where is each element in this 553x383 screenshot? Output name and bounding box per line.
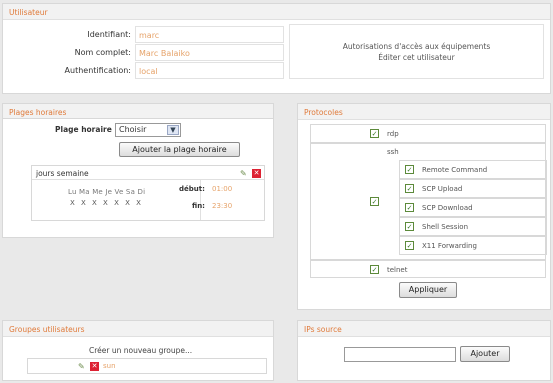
ssh-sub-remote-command: ✓ Remote Command: [399, 160, 547, 179]
user-panel: Utilisateur Identifiant: marc Nom comple…: [2, 3, 551, 94]
identifier-row: Identifiant: marc: [9, 26, 284, 43]
remote-command-label: Remote Command: [422, 166, 488, 174]
slot-days: Lu Ma Me Je Ve Sa Di: [68, 188, 146, 196]
rdp-checkbox[interactable]: ✓: [370, 129, 379, 138]
add-ip-button[interactable]: Ajouter: [460, 346, 510, 362]
x11-forwarding-checkbox[interactable]: ✓: [405, 241, 414, 250]
source-ips-panel: IPs source Ajouter: [297, 320, 551, 381]
create-group-link[interactable]: Créer un nouveau groupe...: [89, 346, 192, 355]
start-value: 01:00: [212, 185, 233, 193]
edit-icon[interactable]: ✎: [78, 362, 87, 371]
source-ip-input[interactable]: [344, 347, 456, 362]
protocol-row-rdp: ✓ rdp: [310, 124, 546, 143]
scp-upload-label: SCP Upload: [422, 185, 463, 193]
ssh-sub-shell-session: ✓ Shell Session: [399, 217, 547, 236]
end-value: 23:30: [212, 202, 233, 210]
scp-download-label: SCP Download: [422, 204, 473, 212]
time-ranges-title: Plages horaires: [2, 103, 274, 119]
equipment-access-link[interactable]: Autorisations d'accès aux équipements: [290, 41, 543, 52]
fullname-value: Marc Balaiko: [135, 44, 284, 61]
telnet-label: telnet: [387, 266, 408, 274]
ssh-checkbox[interactable]: ✓: [370, 197, 379, 206]
time-range-select-label: Plage horaire :: [55, 125, 118, 134]
auth-row: Authentification: local: [9, 62, 284, 79]
group-member-row: ✎ ✕ sun: [27, 358, 267, 374]
scp-upload-checkbox[interactable]: ✓: [405, 184, 414, 193]
shell-session-label: Shell Session: [422, 223, 469, 231]
user-panel-title: Utilisateur: [3, 4, 550, 20]
ssh-label: ssh: [387, 148, 399, 156]
remote-command-checkbox[interactable]: ✓: [405, 165, 414, 174]
shell-session-checkbox[interactable]: ✓: [405, 222, 414, 231]
scp-download-checkbox[interactable]: ✓: [405, 203, 414, 212]
fullname-label: Nom complet:: [74, 48, 131, 57]
auth-value: local: [135, 62, 284, 79]
apply-button[interactable]: Appliquer: [399, 282, 457, 298]
identifier-label: Identifiant:: [87, 30, 131, 39]
x11-forwarding-label: X11 Forwarding: [422, 242, 477, 250]
identifier-value: marc: [135, 26, 284, 43]
ssh-sub-scp-download: ✓ SCP Download: [399, 198, 547, 217]
rdp-label: rdp: [387, 130, 399, 138]
user-links: Autorisations d'accès aux équipements Éd…: [289, 24, 544, 79]
time-range-select-value: Choisir: [119, 125, 147, 134]
group-member-name: sun: [103, 362, 116, 370]
end-label: fin:: [192, 202, 205, 210]
source-ips-title: IPs source: [298, 321, 550, 337]
time-ranges-panel: Plages horaires Plage horaire : Choisir …: [2, 103, 274, 310]
delete-icon[interactable]: ✕: [252, 169, 261, 178]
protocols-panel: Protocoles ✓ rdp ✓ ssh ✓ Remote Command …: [297, 103, 551, 310]
time-ranges-body: Plage horaire : Choisir ▼ Ajouter la pla…: [2, 119, 274, 238]
ssh-sub-scp-upload: ✓ SCP Upload: [399, 179, 547, 198]
ssh-sub-x11-forwarding: ✓ X11 Forwarding: [399, 236, 547, 255]
time-range-select[interactable]: Choisir ▼: [115, 123, 181, 137]
user-groups-panel: Groupes utilisateurs Créer un nouveau gr…: [2, 320, 274, 381]
protocol-row-ssh: ✓ ssh ✓ Remote Command ✓ SCP Upload ✓ SC…: [310, 143, 547, 260]
edit-user-link[interactable]: Éditer cet utilisateur: [290, 52, 543, 63]
protocol-row-telnet: ✓ telnet: [310, 260, 546, 278]
telnet-checkbox[interactable]: ✓: [370, 265, 379, 274]
add-time-range-button[interactable]: Ajouter la plage horaire: [119, 142, 240, 157]
slot-name: jours semaine: [36, 169, 89, 178]
slot-header: jours semaine: [32, 166, 264, 180]
start-label: début:: [179, 185, 205, 193]
slot-day-marks: X X X X X X X: [70, 199, 141, 207]
time-range-slot: jours semaine ✎ ✕ Lu Ma Me Je Ve Sa Di X…: [31, 165, 265, 221]
user-groups-title: Groupes utilisateurs: [3, 321, 273, 337]
fullname-row: Nom complet: Marc Balaiko: [9, 44, 284, 61]
chevron-down-icon: ▼: [167, 125, 179, 135]
protocols-title: Protocoles: [298, 104, 550, 120]
delete-icon[interactable]: ✕: [90, 362, 99, 371]
edit-icon[interactable]: ✎: [240, 169, 249, 178]
auth-label: Authentification:: [64, 66, 131, 75]
